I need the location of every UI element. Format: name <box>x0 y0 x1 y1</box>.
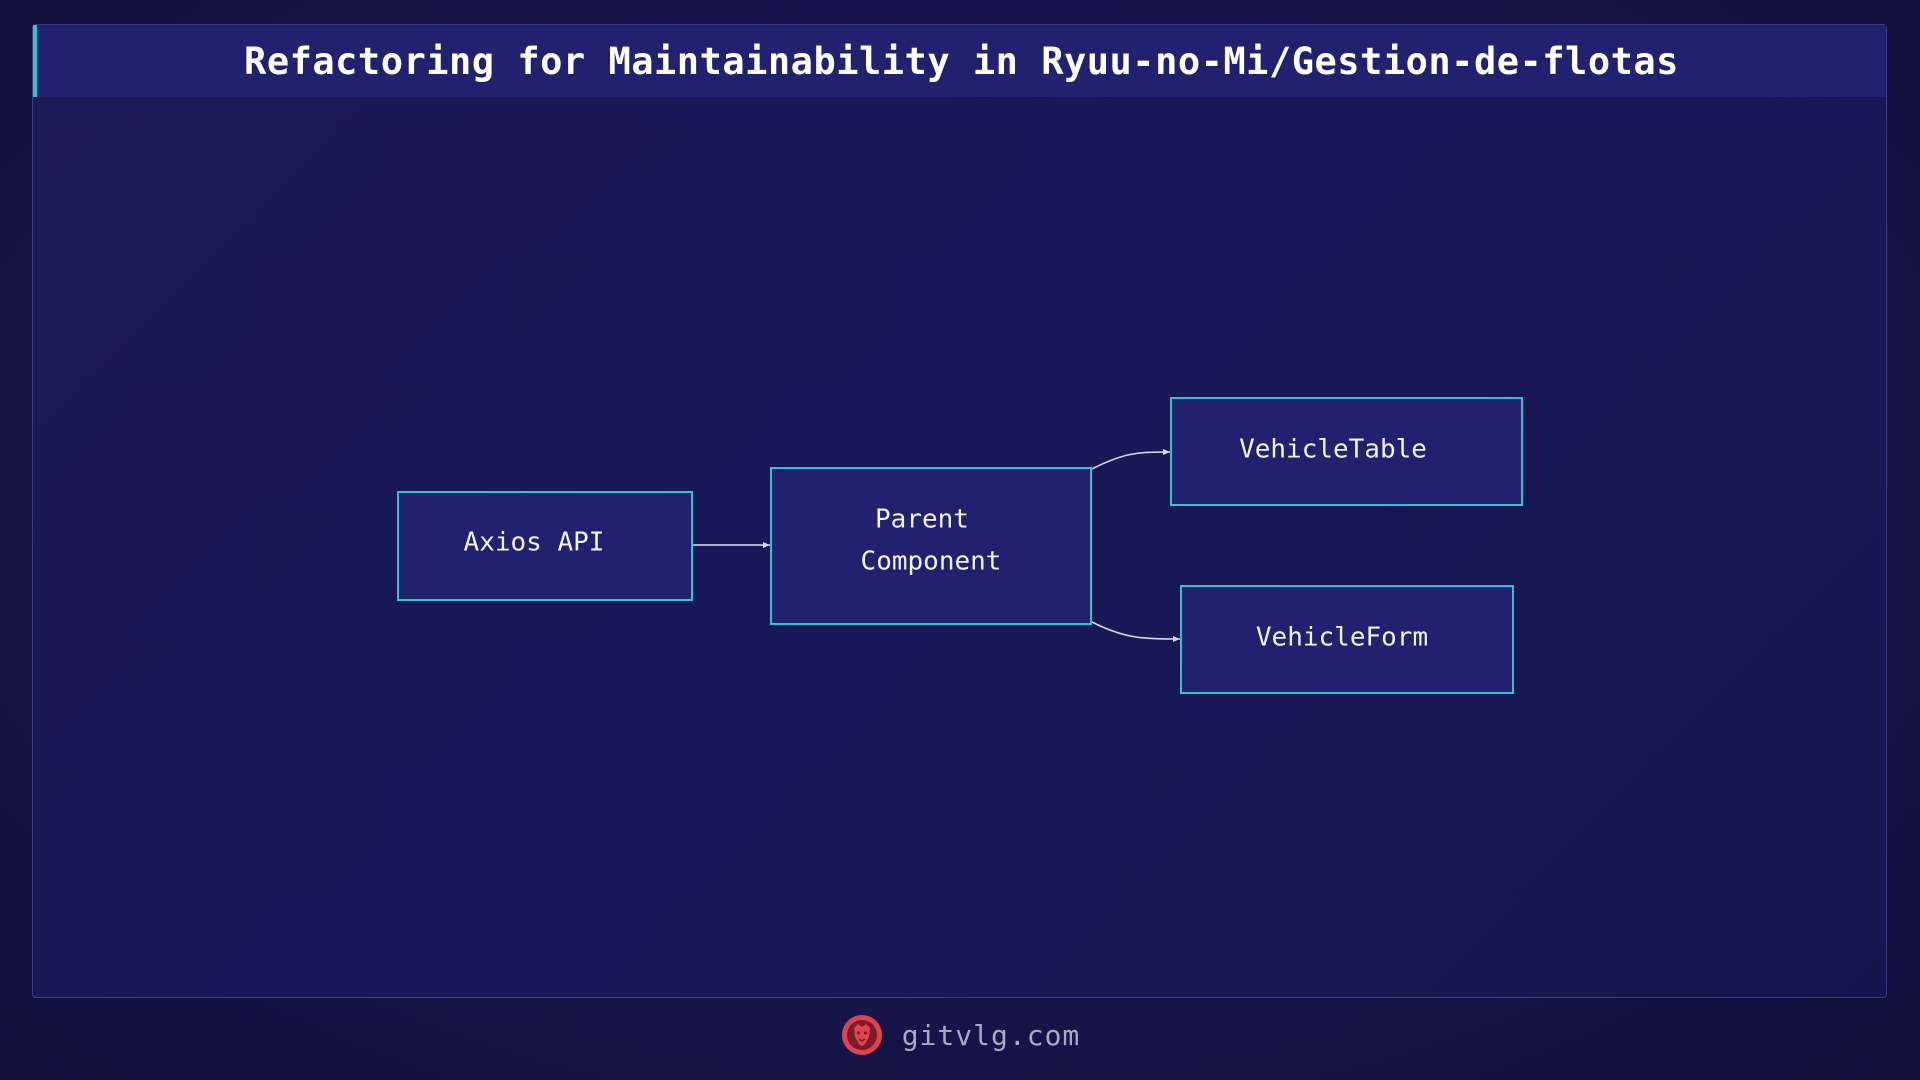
node-axios-api: Axios API <box>397 491 693 601</box>
node-label-line-1: Parent <box>875 505 969 535</box>
edge-parent-to-vehicleform <box>1091 621 1181 642</box>
node-label-line-2: Component <box>861 547 1002 577</box>
footer-site-link[interactable]: gitvlg.com <box>902 1019 1081 1052</box>
node-label: Axios API <box>464 528 605 558</box>
node-parent-component: Parent Component <box>770 467 1092 625</box>
diagram-canvas: Axios API Parent Component VehicleTable … <box>397 397 1523 694</box>
lion-head-icon[interactable] <box>840 1013 884 1057</box>
footer: gitvlg.com <box>0 1010 1920 1060</box>
page: Refactoring for Maintainability in Ryuu-… <box>0 0 1920 1080</box>
node-label: VehicleTable <box>1239 435 1427 465</box>
node-vehicle-form: VehicleForm <box>1180 585 1514 694</box>
node-vehicle-table: VehicleTable <box>1170 397 1523 506</box>
node-label: VehicleForm <box>1256 623 1428 653</box>
edge-parent-to-vehicletable <box>1091 449 1171 470</box>
